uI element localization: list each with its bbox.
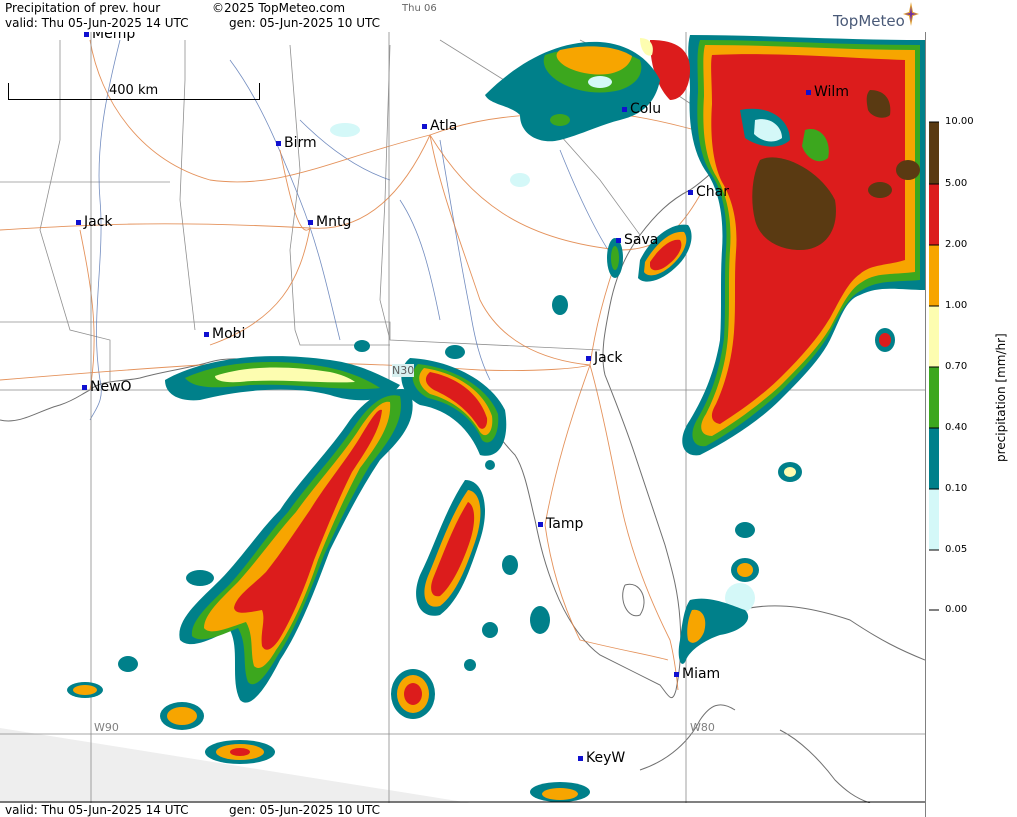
city-marker-icon: [84, 32, 89, 37]
city-marker-icon: [616, 237, 621, 243]
legend-band-1: [929, 306, 939, 367]
precip-n30-cell: [401, 358, 507, 456]
city-keyw[interactable]: KeyW: [578, 750, 625, 766]
precip-carolina-cells: [485, 41, 660, 142]
city-sava[interactable]: Sava: [616, 232, 658, 248]
city-jack-fl[interactable]: Jack: [586, 350, 623, 366]
scale-label: 400 km: [109, 83, 159, 98]
legend-band-2: [929, 245, 939, 306]
legend-label-2: 2.00: [945, 239, 968, 250]
grid-label-w80: W80: [690, 721, 715, 734]
city-label: KeyW: [586, 750, 626, 766]
city-label: Mobi: [212, 326, 246, 342]
legend-label-1: 1.00: [945, 300, 968, 311]
city-label: Sava: [624, 232, 659, 248]
day-label: Thu 06: [402, 3, 437, 14]
city-label: Atla: [430, 118, 458, 134]
city-jack-ms[interactable]: Jack: [76, 214, 113, 230]
city-label: Miam: [682, 666, 721, 682]
city-marker-icon: [806, 89, 811, 95]
grid-label-n30: N30: [392, 364, 415, 377]
legend-band-04: [929, 428, 939, 489]
city-mntg[interactable]: Mntg: [308, 214, 351, 230]
logo-star-icon: [903, 2, 919, 26]
city-memp[interactable]: Memp: [84, 32, 135, 42]
city-marker-icon: [586, 355, 591, 361]
city-wilm[interactable]: Wilm: [806, 84, 849, 100]
city-marker-icon: [276, 140, 281, 146]
valid-time: valid: Thu 05-Jun-2025 14 UTC: [5, 16, 189, 30]
city-label: Jack: [594, 350, 623, 366]
city-label: Jack: [84, 214, 113, 230]
city-marker-icon: [674, 671, 679, 677]
legend-band-10: [929, 122, 939, 184]
city-marker-icon: [76, 219, 81, 225]
footer: valid: Thu 05-Jun-2025 14 UTC gen: 05-Ju…: [0, 803, 925, 817]
precip-gulf-band: [165, 356, 400, 401]
no-data-region: [0, 728, 470, 803]
city-label: Wilm: [814, 84, 849, 100]
city-tamp[interactable]: Tamp: [538, 516, 583, 532]
city-label: Tamp: [546, 516, 584, 532]
city-colu[interactable]: Colu: [622, 101, 661, 117]
city-marker-icon: [538, 521, 543, 527]
city-marker-icon: [688, 189, 693, 195]
grid-label-w90: W90: [94, 721, 119, 734]
legend-label-0: 0.00: [945, 604, 968, 615]
legend-band-07: [929, 367, 939, 428]
legend-label-10: 10.00: [945, 116, 974, 127]
city-marker-icon: [204, 331, 209, 337]
city-label: Mntg: [316, 214, 352, 230]
legend-label-01: 0.10: [945, 483, 968, 494]
map-title: Precipitation of prev. hour: [5, 1, 161, 15]
logo-text: TopMeteo: [833, 12, 905, 30]
precip-miami-cells: [678, 598, 749, 664]
legend-title: precipitation [mm/hr]: [994, 333, 1008, 462]
city-label: Colu: [630, 101, 662, 117]
city-marker-icon: [422, 123, 427, 129]
city-label: Memp: [92, 32, 136, 42]
legend-band-01: [929, 489, 939, 550]
map-canvas: [0, 32, 925, 803]
city-atla[interactable]: Atla: [422, 118, 457, 134]
legend-label-07: 0.70: [945, 361, 968, 372]
city-mobi[interactable]: Mobi: [204, 326, 245, 342]
roads: [0, 39, 761, 691]
city-label: NewO: [90, 379, 132, 395]
city-label: Birm: [284, 135, 317, 151]
gen-time: gen: 05-Jun-2025 10 UTC: [229, 16, 381, 30]
scale-bar: 400 km: [8, 83, 260, 100]
city-marker-icon: [578, 755, 583, 761]
city-miam[interactable]: Miam: [674, 666, 720, 682]
city-marker-icon: [82, 384, 87, 390]
city-marker-icon: [308, 219, 313, 225]
topmeteo-logo: TopMeteo: [833, 2, 919, 30]
city-birm[interactable]: Birm: [276, 135, 317, 151]
copyright: ©2025 TopMeteo.com: [212, 1, 346, 15]
city-char[interactable]: Char: [688, 184, 729, 200]
footer-gen-time: gen: 05-Jun-2025 10 UTC: [229, 803, 381, 817]
precip-tampa-cells: [391, 480, 485, 719]
legend-label-5: 5.00: [945, 178, 968, 189]
precip-sw-band: [179, 389, 413, 703]
legend-label-005: 0.05: [945, 544, 968, 555]
legend-label-04: 0.40: [945, 422, 968, 433]
precipitation-map[interactable]: 400 km W90 W80 N30 Memp Birm Atla Colu W…: [0, 32, 925, 803]
city-marker-icon: [622, 106, 627, 112]
precip-cells: [67, 35, 925, 802]
legend-band-5: [929, 184, 939, 245]
city-label: Char: [696, 184, 729, 200]
city-newo[interactable]: NewO: [82, 379, 132, 395]
footer-valid-time: valid: Thu 05-Jun-2025 14 UTC: [5, 803, 189, 817]
